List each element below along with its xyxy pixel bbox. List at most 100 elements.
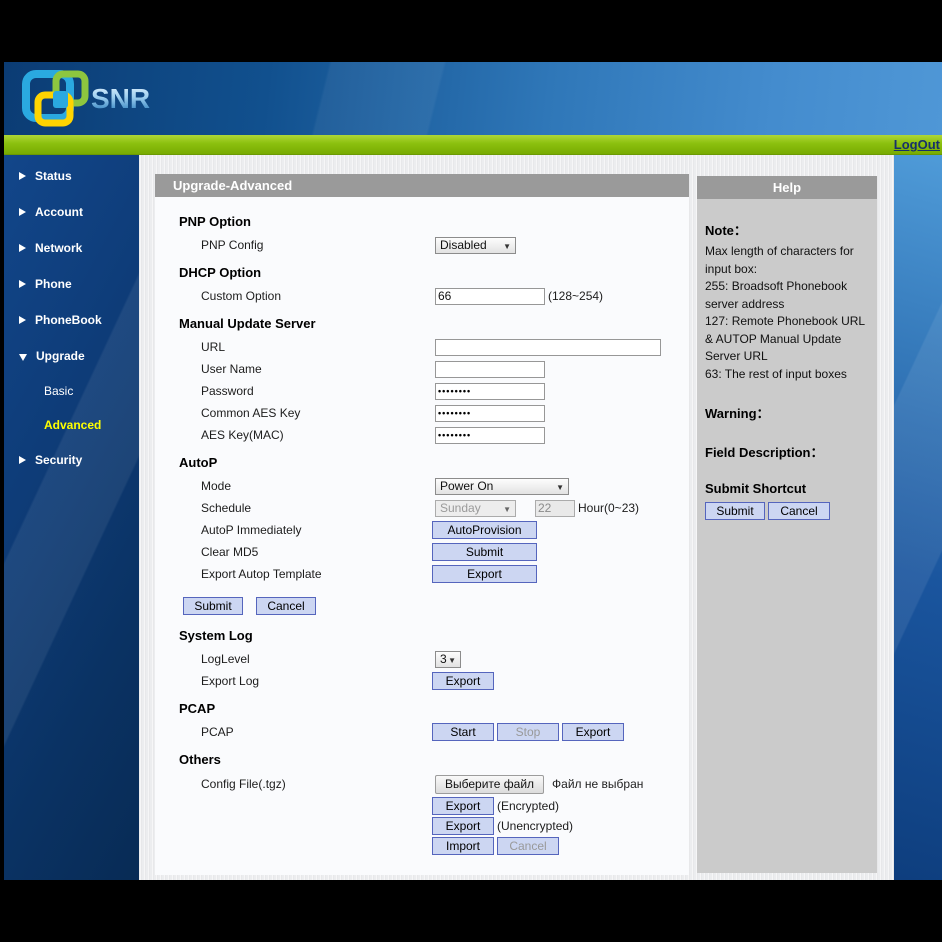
schedule-day-select: Sunday — [435, 500, 516, 517]
pcap-label: PCAP — [201, 725, 435, 739]
section-manual-update-server: Manual Update Server — [179, 317, 689, 331]
password-row: Password — [155, 380, 689, 402]
aes-key-mac-input[interactable] — [435, 427, 545, 444]
submit-shortcut-title: Submit Shortcut — [705, 481, 869, 496]
content-area: Status Account Network Phone PhoneBook U… — [4, 155, 942, 880]
sidebar-item-security[interactable]: Security — [4, 442, 139, 478]
note-line: Max length of characters for input box: — [705, 243, 869, 278]
section-others: Others — [179, 753, 689, 767]
unencrypted-hint: (Unencrypted) — [497, 819, 573, 833]
loglevel-label: LogLevel — [201, 652, 435, 666]
sidebar-item-basic[interactable]: Basic — [4, 374, 139, 408]
sidebar-item-label: Account — [35, 205, 83, 219]
password-input[interactable] — [435, 383, 545, 400]
sidebar-item-label: PhoneBook — [35, 313, 102, 327]
autoprovision-button[interactable]: AutoProvision — [432, 521, 537, 539]
page-title-bar: Upgrade-Advanced — [155, 174, 689, 197]
clear-md5-label: Clear MD5 — [201, 545, 435, 559]
export-unencrypted-button[interactable]: Export — [432, 817, 494, 835]
section-pnp-option: PNP Option — [179, 215, 689, 229]
custom-option-hint: (128~254) — [548, 289, 603, 303]
url-input[interactable] — [435, 339, 661, 356]
url-row: URL — [155, 336, 689, 358]
sidebar-item-network[interactable]: Network — [4, 230, 139, 266]
arrow-right-icon — [19, 244, 26, 252]
header-banner: SNR — [4, 62, 942, 135]
pnp-config-row: PNP Config Disabled — [155, 234, 689, 256]
pcap-export-button[interactable]: Export — [562, 723, 624, 741]
export-log-row: Export Log Export — [155, 670, 689, 692]
custom-option-label: Custom Option — [201, 289, 435, 303]
autop-immediately-label: AutoP Immediately — [201, 523, 435, 537]
arrow-down-icon — [19, 354, 27, 361]
export-autop-template-row: Export Autop Template Export — [155, 563, 689, 585]
pcap-row: PCAP Start Stop Export — [155, 721, 689, 743]
pcap-start-button[interactable]: Start — [432, 723, 494, 741]
export-log-label: Export Log — [201, 674, 435, 688]
choose-file-button[interactable]: Выберите файл — [435, 775, 544, 794]
section-system-log: System Log — [179, 629, 689, 643]
autop-immediately-row: AutoP Immediately AutoProvision — [155, 519, 689, 541]
dropdown-arrow-icon — [503, 501, 511, 515]
sidebar-item-status[interactable]: Status — [4, 158, 139, 194]
sidebar-item-phonebook[interactable]: PhoneBook — [4, 302, 139, 338]
export-autop-template-label: Export Autop Template — [201, 567, 435, 581]
mode-value: Power On — [440, 479, 493, 493]
snr-logo: SNR — [14, 67, 164, 129]
export-log-button[interactable]: Export — [432, 672, 494, 690]
export-unencrypted-row: Export (Unencrypted) — [155, 816, 689, 836]
sidebar-item-account[interactable]: Account — [4, 194, 139, 230]
export-encrypted-button[interactable]: Export — [432, 797, 494, 815]
clear-md5-submit-button[interactable]: Submit — [432, 543, 537, 561]
username-input[interactable] — [435, 361, 545, 378]
help-submit-button[interactable]: Submit — [705, 502, 765, 520]
sidebar-subitem-label: Advanced — [44, 418, 101, 432]
mode-row: Mode Power On — [155, 475, 689, 497]
import-cancel-button: Cancel — [497, 837, 559, 855]
schedule-label: Schedule — [201, 501, 435, 515]
common-aes-key-row: Common AES Key — [155, 402, 689, 424]
arrow-right-icon — [19, 208, 26, 216]
sidebar-item-label: Upgrade — [36, 349, 85, 363]
logout-link[interactable]: LogOut — [894, 137, 942, 152]
mode-select[interactable]: Power On — [435, 478, 569, 495]
help-cancel-button[interactable]: Cancel — [768, 502, 830, 520]
submit-button[interactable]: Submit — [183, 597, 243, 615]
dropdown-arrow-icon — [503, 238, 511, 252]
note-line: 63: The rest of input boxes — [705, 366, 869, 384]
logo-squares-icon — [26, 74, 85, 123]
cancel-button[interactable]: Cancel — [256, 597, 316, 615]
sidebar-nav: Status Account Network Phone PhoneBook U… — [4, 155, 139, 880]
username-label: User Name — [201, 362, 435, 376]
encrypted-hint: (Encrypted) — [497, 799, 559, 813]
page-title: Upgrade-Advanced — [173, 178, 292, 193]
export-encrypted-row: Export (Encrypted) — [155, 796, 689, 816]
help-title-bar: Help — [697, 176, 877, 199]
import-button[interactable]: Import — [432, 837, 494, 855]
custom-option-row: Custom Option (128~254) — [155, 285, 689, 307]
import-cancel-row: Import Cancel — [155, 836, 689, 856]
sidebar-item-advanced[interactable]: Advanced — [4, 408, 139, 442]
loglevel-value: 3 — [440, 652, 447, 666]
export-template-button[interactable]: Export — [432, 565, 537, 583]
app-window: SNR LogOut Status Account Network Phone — [4, 62, 942, 880]
arrow-right-icon — [19, 280, 26, 288]
background-strip — [894, 155, 942, 880]
loglevel-select[interactable]: 3 — [435, 651, 461, 668]
sidebar-item-phone[interactable]: Phone — [4, 266, 139, 302]
custom-option-input[interactable] — [435, 288, 545, 305]
password-label: Password — [201, 384, 435, 398]
sidebar-item-label: Network — [35, 241, 82, 255]
sidebar-item-label: Phone — [35, 277, 72, 291]
schedule-row: Schedule Sunday Hour(0~23) — [155, 497, 689, 519]
pnp-config-label: PNP Config — [201, 238, 435, 252]
sidebar-item-upgrade[interactable]: Upgrade — [4, 338, 139, 374]
arrow-right-icon — [19, 172, 26, 180]
note-title: Note： — [705, 220, 869, 239]
dropdown-arrow-icon — [556, 479, 564, 493]
pnp-config-select[interactable]: Disabled — [435, 237, 516, 254]
section-pcap: PCAP — [179, 702, 689, 716]
schedule-hour-input — [535, 500, 575, 517]
common-aes-key-input[interactable] — [435, 405, 545, 422]
sidebar-item-label: Status — [35, 169, 72, 183]
